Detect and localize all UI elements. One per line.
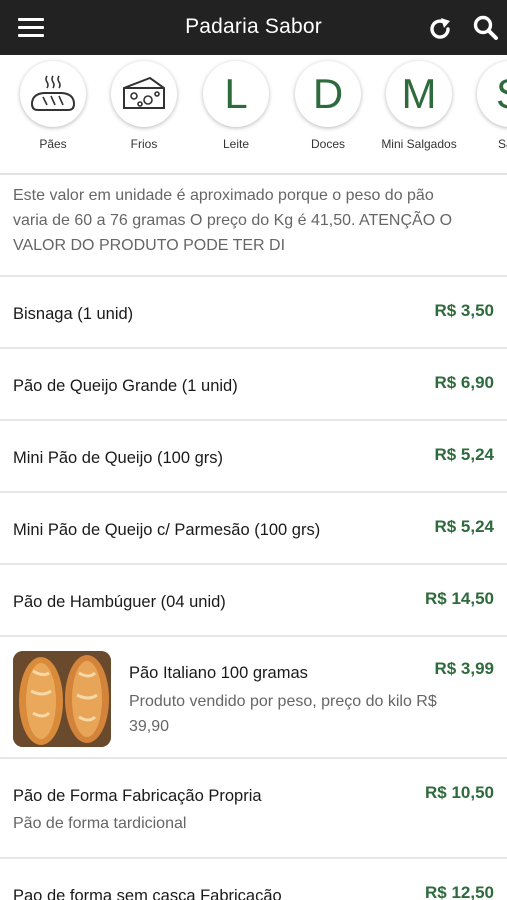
product-description: Produto vendido por peso, preço do kilo … [129,693,437,735]
product-name: Mini Pão de Queijo c/ Parmesão (100 grs) [13,521,321,539]
category-paes[interactable]: Pães [8,61,98,151]
product-name: Bisnaga (1 unid) [13,305,134,323]
product-price: R$ 6,90 [434,373,494,392]
product-item[interactable]: Mini Pão de Queijo c/ Parmesão (100 grs)… [0,493,507,565]
product-name: Pão Italiano 100 gramas [129,664,308,682]
category-letter: D [312,70,344,117]
product-item[interactable]: Pão de Queijo Grande (1 unid) R$ 6,90 [0,349,507,421]
product-price: R$ 10,50 [425,783,494,802]
category-label: Pães [39,137,67,151]
product-item[interactable]: Pao de forma sem casca Fabricação R$ 12,… [0,859,507,900]
product-price: R$ 14,50 [425,589,494,608]
product-item[interactable]: Mini Pão de Queijo (100 grs) R$ 5,24 [0,421,507,493]
product-price: R$ 3,50 [434,301,494,320]
category-label: Doces [310,137,345,151]
product-name: Pão de Forma Fabricação Propria [13,787,262,805]
product-item[interactable]: Pão Italiano 100 gramas R$ 3,99 Produto … [0,637,507,759]
category-carousel[interactable]: Pães Frios L Leite D Doces M Mini Salgad… [0,55,507,175]
category-salgados[interactable]: S Salg [465,61,507,151]
product-name: Pão de Hambúguer (04 unid) [13,593,226,611]
category-label: Frios [130,137,158,151]
category-label: Leite [222,137,250,151]
product-name: Mini Pão de Queijo (100 grs) [13,449,224,467]
category-letter: L [224,70,248,117]
category-label: Mini Salgados [381,137,457,151]
product-name: Pao de forma sem casca Fabricação [13,887,282,900]
product-item[interactable]: Pão de Forma Fabricação Propria R$ 10,50… [0,759,507,859]
product-description: Pão de forma tardicional [13,815,187,832]
product-price: R$ 5,24 [434,517,494,536]
product-item[interactable]: Pão de Hambúguer (04 unid) R$ 14,50 [0,565,507,637]
app-header: Padaria Sabor [0,0,507,55]
product-price: R$ 5,24 [434,445,494,464]
product-description: Este valor em unidade é aproximado porqu… [0,177,507,277]
category-mini-salgados[interactable]: M Mini Salgados [374,61,464,151]
category-doces[interactable]: D Doces [283,61,373,151]
category-letter: M [401,70,437,117]
product-name: Pão de Queijo Grande (1 unid) [13,377,238,395]
search-icon[interactable] [472,14,500,42]
category-leite[interactable]: L Leite [191,61,281,151]
category-frios[interactable]: Frios [99,61,189,151]
refresh-icon[interactable] [426,15,454,43]
category-letter: S [496,70,507,118]
product-price: R$ 3,99 [434,659,494,678]
product-item[interactable]: Bisnaga (1 unid) R$ 3,50 [0,277,507,349]
product-image [13,651,111,747]
product-list: Este valor em unidade é aproximado porqu… [0,177,507,900]
cheese-icon [123,76,165,109]
product-price: R$ 12,50 [425,883,494,900]
category-label: Salg [497,137,507,151]
bread-icon [30,75,76,111]
